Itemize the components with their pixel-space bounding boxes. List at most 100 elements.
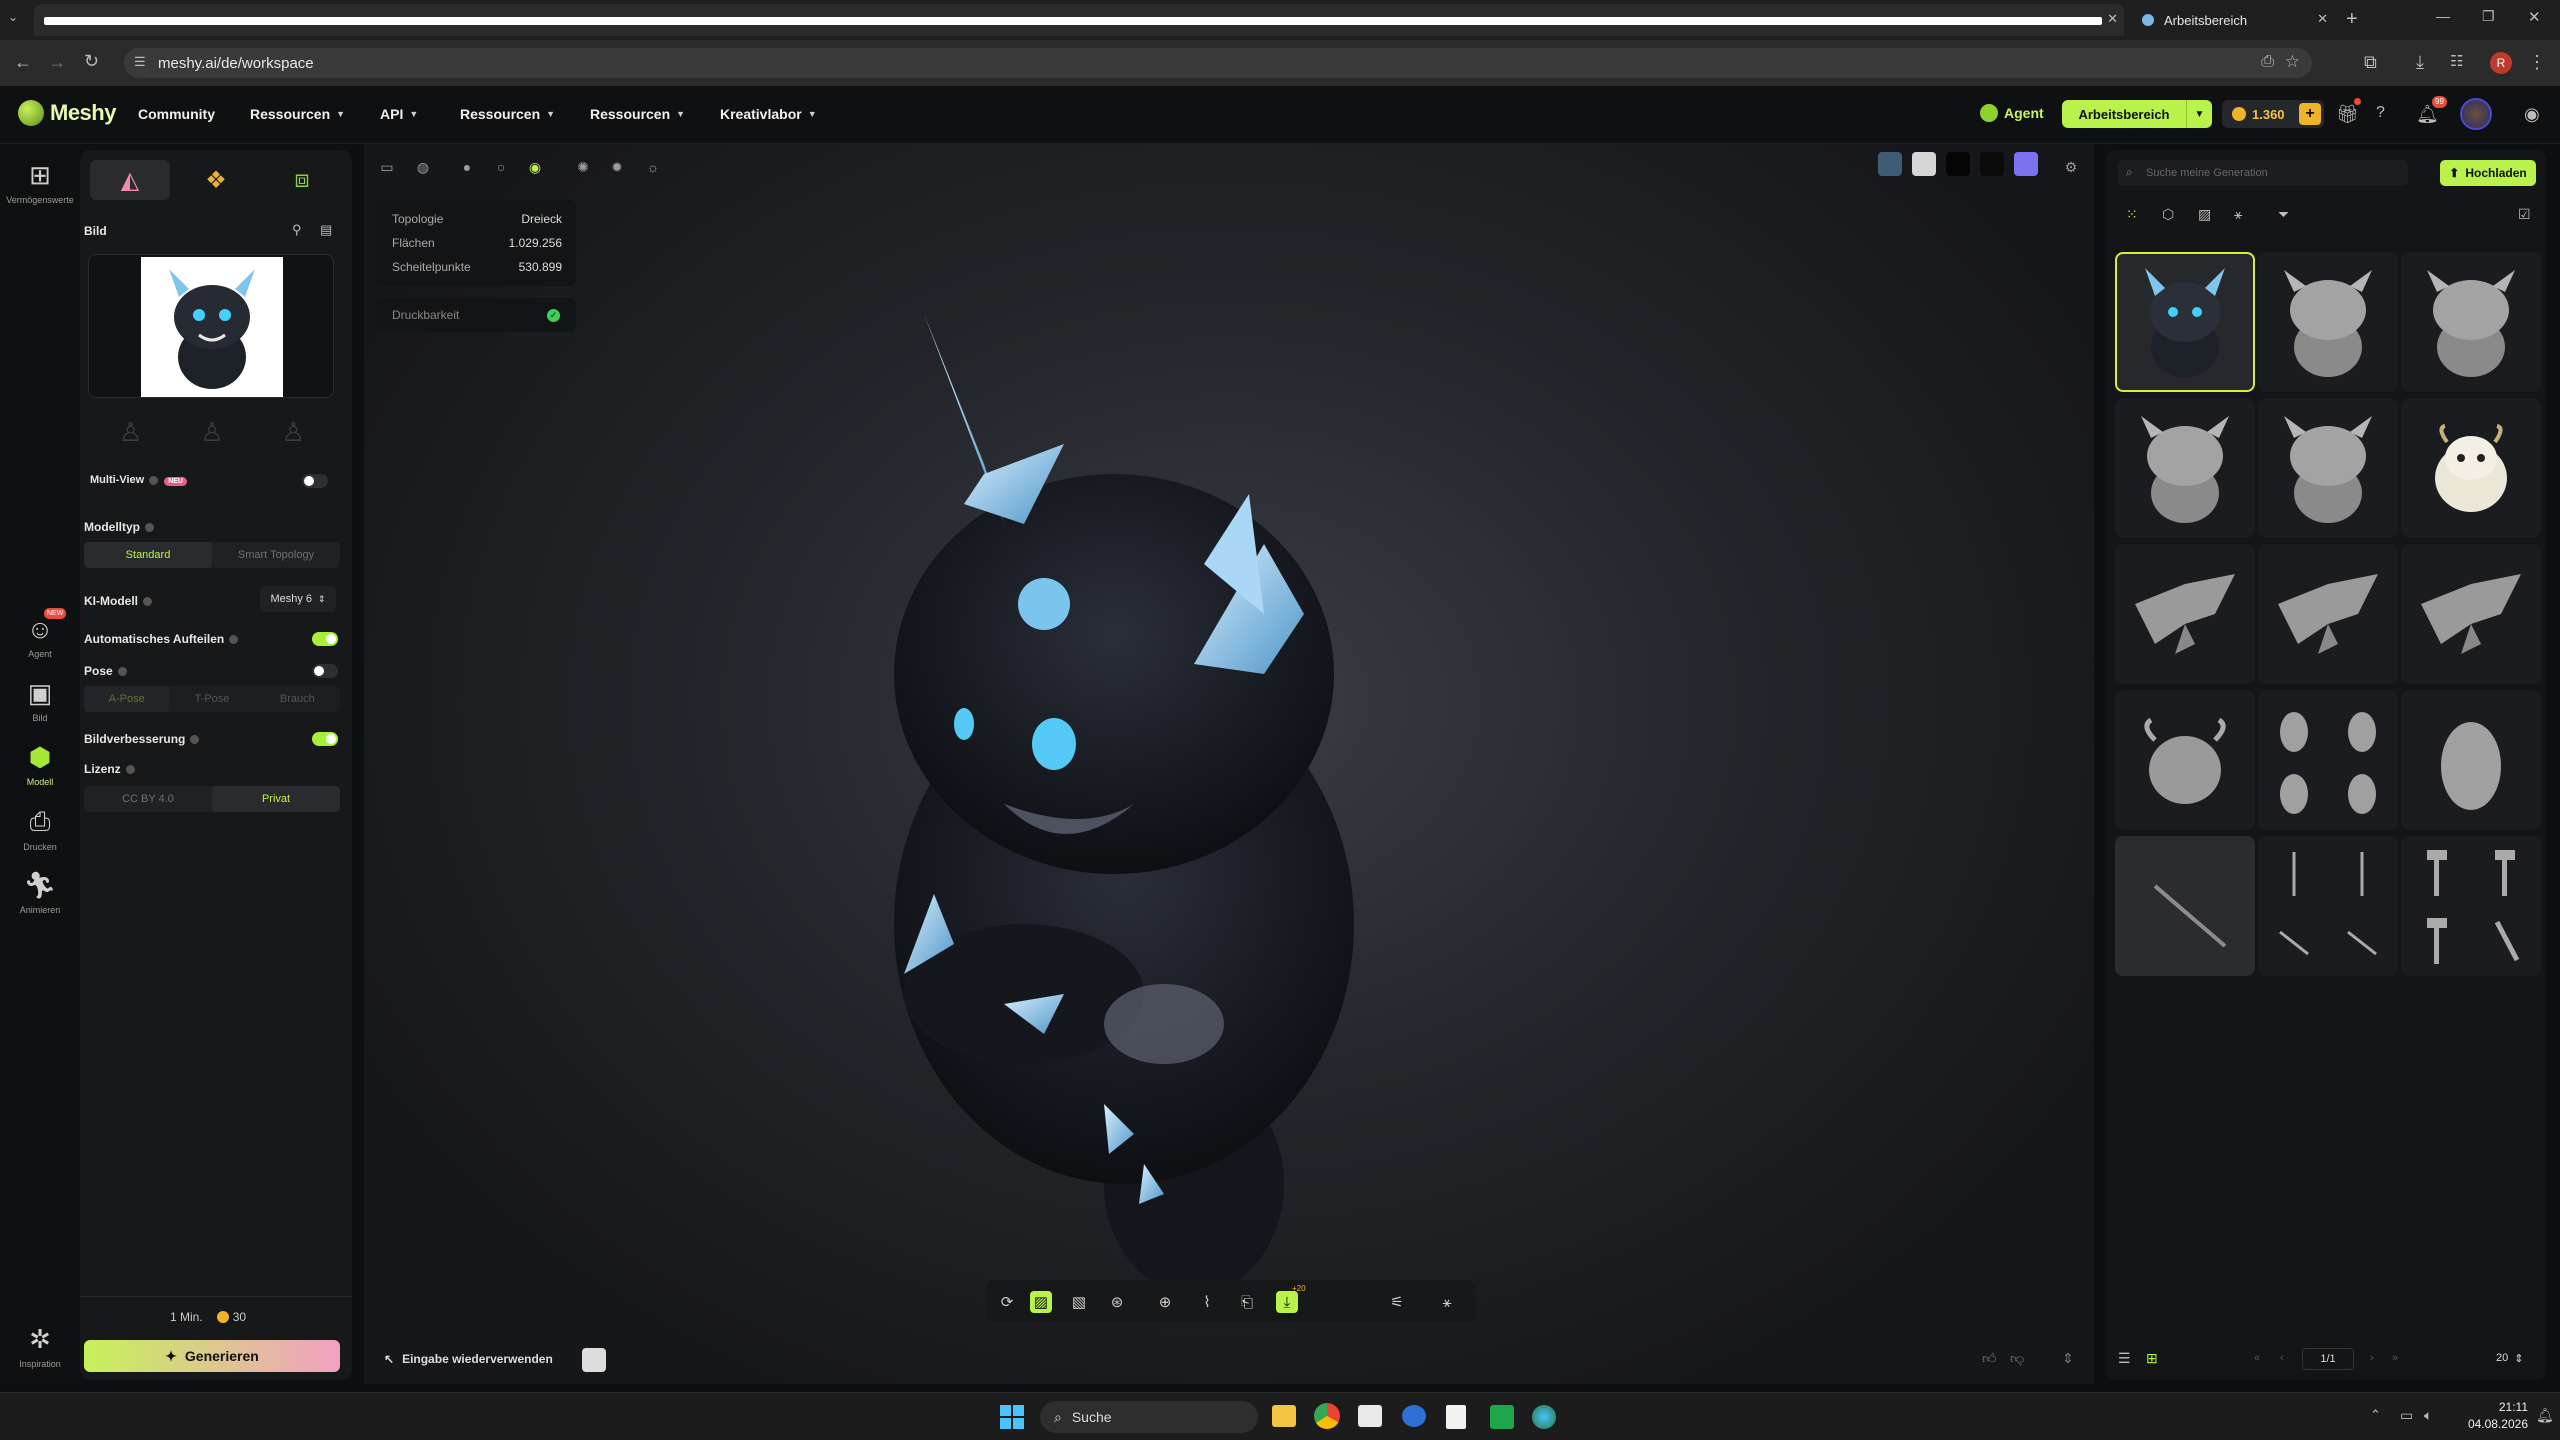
- generation-thumb[interactable]: [2401, 544, 2541, 684]
- info-icon[interactable]: [229, 635, 239, 645]
- help-icon[interactable]: ?: [2376, 104, 2385, 122]
- browser-menu-icon[interactable]: ⋮: [2528, 52, 2546, 73]
- printability-card[interactable]: Druckbarkeit ✓: [376, 298, 576, 332]
- notification-center-icon[interactable]: 🔔︎: [2536, 1407, 2554, 1424]
- close-icon[interactable]: ✕: [2317, 11, 2328, 27]
- next-page-icon[interactable]: ›: [2370, 1352, 2374, 1364]
- multi-image-tab-icon[interactable]: ⧈: [262, 160, 342, 200]
- thumbs-down-icon[interactable]: 👎︎: [2010, 1350, 2024, 1367]
- generation-thumb[interactable]: [2258, 398, 2398, 538]
- adjust-icon[interactable]: ⚟: [1386, 1291, 1408, 1313]
- info-icon[interactable]: [117, 667, 127, 677]
- 3d-viewport[interactable]: [364, 144, 2094, 1384]
- pin-icon[interactable]: ⚲: [292, 222, 302, 238]
- search-input[interactable]: ⌕ Suche meine Generation: [2118, 160, 2408, 186]
- generation-thumb[interactable]: [2401, 690, 2541, 830]
- last-page-icon[interactable]: »: [2392, 1352, 2398, 1364]
- source-thumbnail[interactable]: [582, 1348, 606, 1372]
- view-slot-icon[interactable]: ♙: [200, 417, 223, 448]
- generation-thumb[interactable]: [2401, 252, 2541, 392]
- tab-workspace[interactable]: Arbeitsbereich ✕: [2130, 4, 2336, 36]
- bookmark-star-icon[interactable]: ☆: [2285, 52, 2300, 72]
- rail-print[interactable]: ⎙ Drucken: [0, 806, 80, 852]
- generation-thumb[interactable]: [2401, 836, 2541, 976]
- profile-avatar[interactable]: R: [2490, 52, 2512, 74]
- generation-thumb[interactable]: [2115, 398, 2255, 538]
- generation-thumb[interactable]: [2258, 544, 2398, 684]
- reload-icon[interactable]: ↻: [84, 51, 99, 72]
- credits-display[interactable]: 1.360 +: [2222, 100, 2324, 128]
- rig-icon[interactable]: ⊛: [1106, 1291, 1128, 1313]
- add-credits-icon[interactable]: +: [2299, 103, 2321, 125]
- install-icon[interactable]: ⎙: [2261, 53, 2274, 71]
- funnel-icon[interactable]: ⏷: [2278, 206, 2289, 223]
- pose-custom[interactable]: Brauch: [255, 686, 340, 712]
- generate-button[interactable]: ✦ Generieren: [84, 1340, 340, 1372]
- discord-icon[interactable]: ◉: [2524, 104, 2540, 125]
- upload-button[interactable]: ⬆ Hochladen: [2440, 160, 2536, 186]
- download-icon[interactable]: ⤓: [1276, 1291, 1298, 1313]
- transform-icon[interactable]: ⊕: [1154, 1291, 1176, 1313]
- rail-model[interactable]: ⬢ Modell: [0, 742, 80, 787]
- rail-agent[interactable]: NEW ☺ Agent: [0, 608, 80, 659]
- page-indicator[interactable]: 1/1: [2302, 1348, 2354, 1370]
- minimize-icon[interactable]: —: [2436, 8, 2450, 24]
- rail-inspiration[interactable]: ✲ Inspiration: [0, 1324, 80, 1369]
- generation-thumb-selected[interactable]: [2115, 252, 2255, 392]
- chevron-down-icon[interactable]: ▼: [2186, 100, 2212, 128]
- sun-icon[interactable]: ☼: [644, 158, 662, 176]
- env-black-swatch[interactable]: [1946, 152, 1970, 176]
- rail-image[interactable]: ▣ Bild: [0, 678, 80, 723]
- restore-icon[interactable]: ❐: [2482, 8, 2495, 25]
- filter-model-icon[interactable]: ⬡: [2162, 206, 2174, 223]
- nav-ressourcen-1[interactable]: Ressourcen ▼: [250, 106, 345, 122]
- gallery-icon[interactable]: ▤: [320, 222, 332, 238]
- info-icon[interactable]: [143, 597, 152, 607]
- user-avatar[interactable]: [2460, 98, 2492, 130]
- enhance-toggle[interactable]: [312, 732, 338, 746]
- filter-all-icon[interactable]: ⁙: [2126, 206, 2138, 223]
- generation-thumb[interactable]: [2258, 690, 2398, 830]
- logo[interactable]: Meshy: [18, 100, 116, 126]
- close-icon[interactable]: ✕: [2107, 11, 2118, 27]
- generation-thumb[interactable]: [2258, 836, 2398, 976]
- multiview-toggle[interactable]: [302, 474, 328, 488]
- solid-shading-icon[interactable]: ●: [458, 158, 476, 176]
- generation-thumb[interactable]: [2115, 836, 2255, 976]
- list-view-icon[interactable]: ☰: [2118, 1350, 2131, 1367]
- select-icon[interactable]: ☑: [2518, 206, 2531, 223]
- modeltype-standard[interactable]: Standard: [84, 542, 212, 568]
- forward-icon[interactable]: →: [48, 52, 66, 73]
- animate-icon[interactable]: ⌇: [1196, 1291, 1218, 1313]
- grid-view-icon[interactable]: ⊞: [2146, 1350, 2158, 1367]
- env-color-swatch[interactable]: [2014, 152, 2038, 176]
- info-icon[interactable]: [125, 765, 135, 775]
- window-close-icon[interactable]: ✕: [2528, 8, 2541, 26]
- per-page-select[interactable]: 20 ⇕: [2496, 1352, 2523, 1365]
- display-mode-icon[interactable]: ▭: [378, 158, 396, 176]
- volume-icon[interactable]: 🔈︎: [2424, 1407, 2432, 1424]
- filter-animation-icon[interactable]: ⚹: [2234, 206, 2242, 223]
- remesh-icon[interactable]: ⟳: [996, 1291, 1018, 1313]
- view-slot-icon[interactable]: ♙: [119, 417, 142, 448]
- download-icon[interactable]: ⤓: [2416, 52, 2424, 73]
- gift-icon[interactable]: 🎁︎: [2336, 104, 2359, 125]
- view-settings-icon[interactable]: ⚙: [2062, 158, 2080, 176]
- text-to-3d-tab-icon[interactable]: ◭: [90, 160, 170, 200]
- globe-icon[interactable]: ◍: [414, 158, 432, 176]
- nav-community[interactable]: Community: [138, 106, 215, 122]
- store-icon[interactable]: [1358, 1405, 1382, 1427]
- reuse-input-button[interactable]: ↖ Eingabe wiederverwenden: [384, 1352, 553, 1366]
- texture-shading-icon[interactable]: ◉: [526, 158, 544, 176]
- first-page-icon[interactable]: «: [2254, 1352, 2260, 1364]
- license-cc-by[interactable]: CC BY 4.0: [84, 786, 212, 812]
- back-icon[interactable]: ←: [14, 52, 32, 73]
- light-icon[interactable]: ✺: [574, 158, 592, 176]
- retexture-icon[interactable]: ▧: [1068, 1291, 1090, 1313]
- nav-api[interactable]: API ▼: [380, 106, 418, 122]
- prev-page-icon[interactable]: ‹: [2280, 1352, 2284, 1364]
- thumbs-up-icon[interactable]: 👍︎: [1982, 1350, 1997, 1367]
- image-dropzone[interactable]: [88, 254, 334, 398]
- notepad-icon[interactable]: [1446, 1405, 1466, 1429]
- pose-a[interactable]: A-Pose: [84, 686, 170, 712]
